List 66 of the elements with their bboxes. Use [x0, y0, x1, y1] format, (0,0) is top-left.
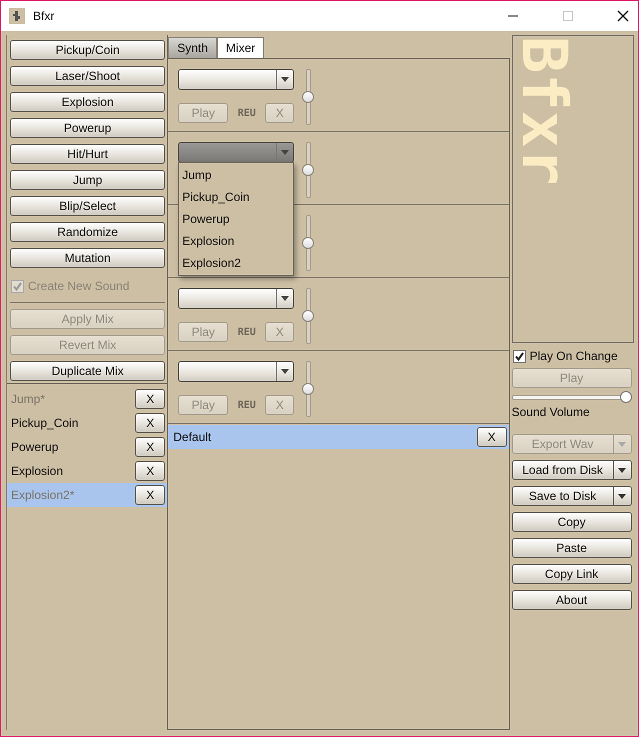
remove-button[interactable]: X	[135, 461, 166, 481]
volume-slider[interactable]	[302, 361, 314, 415]
sound-dropdown[interactable]	[178, 69, 294, 90]
sound-list-item[interactable]: Explosion2* X	[7, 483, 168, 507]
volume-slider[interactable]	[302, 142, 314, 196]
generator-button[interactable]: Hit/Hurt	[10, 144, 166, 164]
sound-name: Jump*	[11, 392, 46, 406]
volume-slider[interactable]	[302, 215, 314, 269]
file-button[interactable]: Load from Disk	[512, 460, 614, 480]
sound-dropdown[interactable]	[178, 361, 294, 382]
generator-button[interactable]: Mutation	[10, 248, 166, 268]
remove-button[interactable]: X	[135, 413, 166, 433]
caret-icon	[281, 150, 290, 155]
sound-volume-label: Sound Volume	[512, 405, 591, 419]
generator-button[interactable]: Laser/Shoot	[10, 66, 166, 86]
remove-button[interactable]: X	[135, 485, 166, 505]
file-button[interactable]: Paste	[512, 538, 632, 558]
caret-icon	[618, 494, 626, 498]
volume-slider[interactable]	[302, 288, 314, 342]
sound-volume-slider[interactable]	[512, 391, 632, 403]
menu-item[interactable]: Explosion	[179, 230, 294, 252]
file-button[interactable]: Copy Link	[512, 564, 632, 584]
remove-button[interactable]: X	[476, 427, 507, 447]
sound-list-item[interactable]: Jump* X	[7, 387, 168, 411]
generator-button[interactable]: Blip/Select	[10, 196, 166, 216]
menu-item[interactable]: Pickup_Coin	[179, 186, 294, 208]
caret-icon	[281, 77, 290, 82]
menu-item[interactable]: Jump	[179, 164, 294, 186]
sound-list-item[interactable]: Explosion X	[7, 459, 168, 483]
tab[interactable]: Mixer	[216, 37, 264, 58]
file-button[interactable]: Save to Disk	[512, 486, 614, 506]
file-button[interactable]: About	[512, 590, 632, 610]
sound-name: Powerup	[11, 440, 58, 454]
menu-item[interactable]: Explosion2	[179, 252, 294, 274]
mix-name: Default	[173, 430, 212, 444]
generator-button[interactable]: Powerup	[10, 118, 166, 138]
sound-name: Pickup_Coin	[11, 416, 78, 430]
menu-item[interactable]: Powerup	[179, 208, 294, 230]
sound-name: Explosion2*	[11, 488, 74, 502]
dropdown-button[interactable]	[614, 486, 632, 506]
sound-name: Explosion	[11, 464, 64, 478]
mix-button[interactable]: Duplicate Mix	[10, 361, 166, 381]
tab[interactable]: Synth	[168, 37, 217, 58]
caret-icon	[618, 442, 626, 446]
volume-slider[interactable]	[302, 69, 314, 123]
caret-icon	[281, 369, 290, 374]
generator-button[interactable]: Randomize	[10, 222, 166, 242]
check-icon	[514, 350, 525, 362]
sound-list-item[interactable]: Pickup_Coin X	[7, 411, 168, 435]
remove-button[interactable]: X	[135, 437, 166, 457]
mix-list-item[interactable]: Default X	[168, 425, 509, 449]
check-icon	[12, 280, 23, 292]
remove-button[interactable]: X	[135, 389, 166, 409]
sound-dropdown[interactable]	[178, 288, 294, 309]
play-on-change-checkbox[interactable]: Play On Change	[512, 346, 634, 366]
dropdown-button[interactable]	[614, 460, 632, 480]
generator-button[interactable]: Explosion	[10, 92, 166, 112]
generator-button[interactable]: Jump	[10, 170, 166, 190]
caret-icon	[618, 468, 626, 472]
sound-list-item[interactable]: Powerup X	[7, 435, 168, 459]
window-title: Bfxr	[33, 9, 54, 23]
close-icon[interactable]	[617, 10, 629, 22]
generator-button[interactable]: Pickup/Coin	[10, 40, 166, 60]
caret-icon	[281, 296, 290, 301]
app-icon	[9, 8, 25, 24]
file-button[interactable]: Copy	[512, 512, 632, 532]
